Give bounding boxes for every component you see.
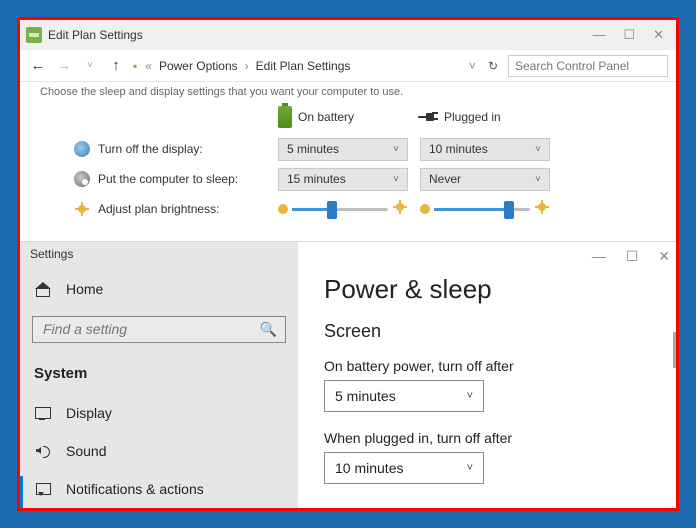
sidebar-home[interactable]: Home	[20, 270, 298, 308]
bright-sun-icon	[392, 199, 408, 220]
page-title: Power & sleep	[324, 274, 676, 305]
settings-search-input[interactable]	[41, 320, 260, 338]
battery-icon	[278, 106, 292, 128]
chevron-down-icon: ˅	[393, 174, 399, 185]
settings-maximize-button[interactable]: ☐	[626, 248, 639, 265]
settings-titlebar[interactable]: Settings	[20, 242, 298, 266]
chevron-down-icon: ˅	[467, 462, 473, 474]
close-button[interactable]: ✕	[653, 27, 664, 43]
settings-sidebar: Settings Home 🔍 System Display Sound Not…	[20, 242, 298, 508]
cp-intro-text: Choose the sleep and display settings th…	[20, 82, 676, 106]
display-row-label: Turn off the display:	[98, 142, 203, 156]
plug-icon	[418, 111, 438, 123]
cp-titlebar[interactable]: Edit Plan Settings — ☐ ✕	[20, 20, 676, 50]
brightness-plugged-slider[interactable]	[420, 199, 550, 220]
plugged-in-label: Plugged in	[444, 110, 501, 124]
display-icon	[74, 141, 90, 157]
notifications-icon	[34, 480, 52, 498]
power-plan-icon	[26, 27, 42, 43]
refresh-button[interactable]: ↻	[488, 59, 498, 73]
dim-sun-icon	[420, 204, 430, 214]
screen-section-header: Screen	[324, 321, 676, 342]
maximize-button[interactable]: ☐	[623, 27, 635, 43]
cp-nav-bar: ← → ˅ ↑ ▪ « Power Options › Edit Plan Se…	[20, 50, 676, 82]
turn-off-display-row: Turn off the display: 5 minutes˅ 10 minu…	[74, 134, 656, 164]
sleep-battery-select[interactable]: 15 minutes˅	[278, 168, 408, 191]
settings-search[interactable]: 🔍	[32, 316, 286, 343]
brightness-row: Adjust plan brightness:	[74, 194, 656, 224]
folder-icon: ▪	[132, 59, 138, 73]
settings-main: — ☐ ✕ Power & sleep Screen On battery po…	[298, 242, 676, 508]
cp-search-input[interactable]	[508, 55, 668, 77]
brightness-icon	[74, 201, 90, 217]
chevron-down-icon: ˅	[535, 144, 541, 155]
search-icon: 🔍	[260, 321, 277, 338]
screen-plugged-select[interactable]: 10 minutes˅	[324, 452, 484, 484]
sleep-row: Put the computer to sleep: 15 minutes˅ N…	[74, 164, 656, 194]
sidebar-item-notifications[interactable]: Notifications & actions	[20, 470, 298, 508]
chevron-down-icon: ˅	[535, 174, 541, 185]
home-icon	[34, 280, 52, 298]
brightness-row-label: Adjust plan brightness:	[98, 202, 219, 216]
forward-button[interactable]: →	[54, 57, 74, 74]
breadcrumb-dropdown[interactable]: ˅	[469, 59, 476, 73]
sidebar-category-system[interactable]: System	[20, 353, 298, 394]
breadcrumb-edit-plan[interactable]: Edit Plan Settings	[256, 59, 351, 73]
display-plugged-select[interactable]: 10 minutes˅	[420, 138, 550, 161]
chevron-down-icon: ˅	[467, 390, 473, 402]
plugged-in-header: Plugged in	[418, 110, 558, 124]
display-battery-select[interactable]: 5 minutes˅	[278, 138, 408, 161]
up-button[interactable]: ↑	[106, 57, 126, 74]
sound-label: Sound	[66, 443, 106, 459]
display-label: Display	[66, 405, 112, 421]
bright-sun-icon	[534, 199, 550, 220]
screen-battery-label: On battery power, turn off after	[324, 358, 676, 374]
chevron-down-icon: ˅	[393, 144, 399, 155]
notifications-label: Notifications & actions	[66, 481, 204, 497]
on-battery-header: On battery	[278, 106, 418, 128]
scrollbar-thumb[interactable]	[673, 332, 676, 368]
on-battery-label: On battery	[298, 110, 354, 124]
settings-minimize-button[interactable]: —	[592, 248, 606, 265]
display-icon	[34, 404, 52, 422]
recent-button[interactable]: ˅	[80, 60, 100, 71]
sidebar-item-sound[interactable]: Sound	[20, 432, 298, 470]
dim-sun-icon	[278, 204, 288, 214]
breadcrumb-power-options[interactable]: Power Options	[159, 59, 238, 73]
sound-icon	[34, 442, 52, 460]
minimize-button[interactable]: —	[592, 27, 605, 43]
screen-battery-select[interactable]: 5 minutes˅	[324, 380, 484, 412]
sidebar-selection-indicator	[20, 476, 23, 508]
screen-plugged-label: When plugged in, turn off after	[324, 430, 676, 446]
back-button[interactable]: ←	[28, 57, 48, 74]
home-label: Home	[66, 281, 103, 297]
sleep-icon	[74, 171, 90, 187]
brightness-battery-slider[interactable]	[278, 199, 408, 220]
sleep-plugged-select[interactable]: Never˅	[420, 168, 550, 191]
sleep-row-label: Put the computer to sleep:	[98, 172, 238, 186]
settings-window: Settings Home 🔍 System Display Sound Not…	[20, 241, 676, 508]
edit-plan-settings-window: Edit Plan Settings — ☐ ✕ ← → ˅ ↑ ▪ « Pow…	[20, 20, 676, 241]
sidebar-item-display[interactable]: Display	[20, 394, 298, 432]
cp-title: Edit Plan Settings	[48, 28, 143, 42]
settings-close-button[interactable]: ✕	[658, 248, 670, 265]
